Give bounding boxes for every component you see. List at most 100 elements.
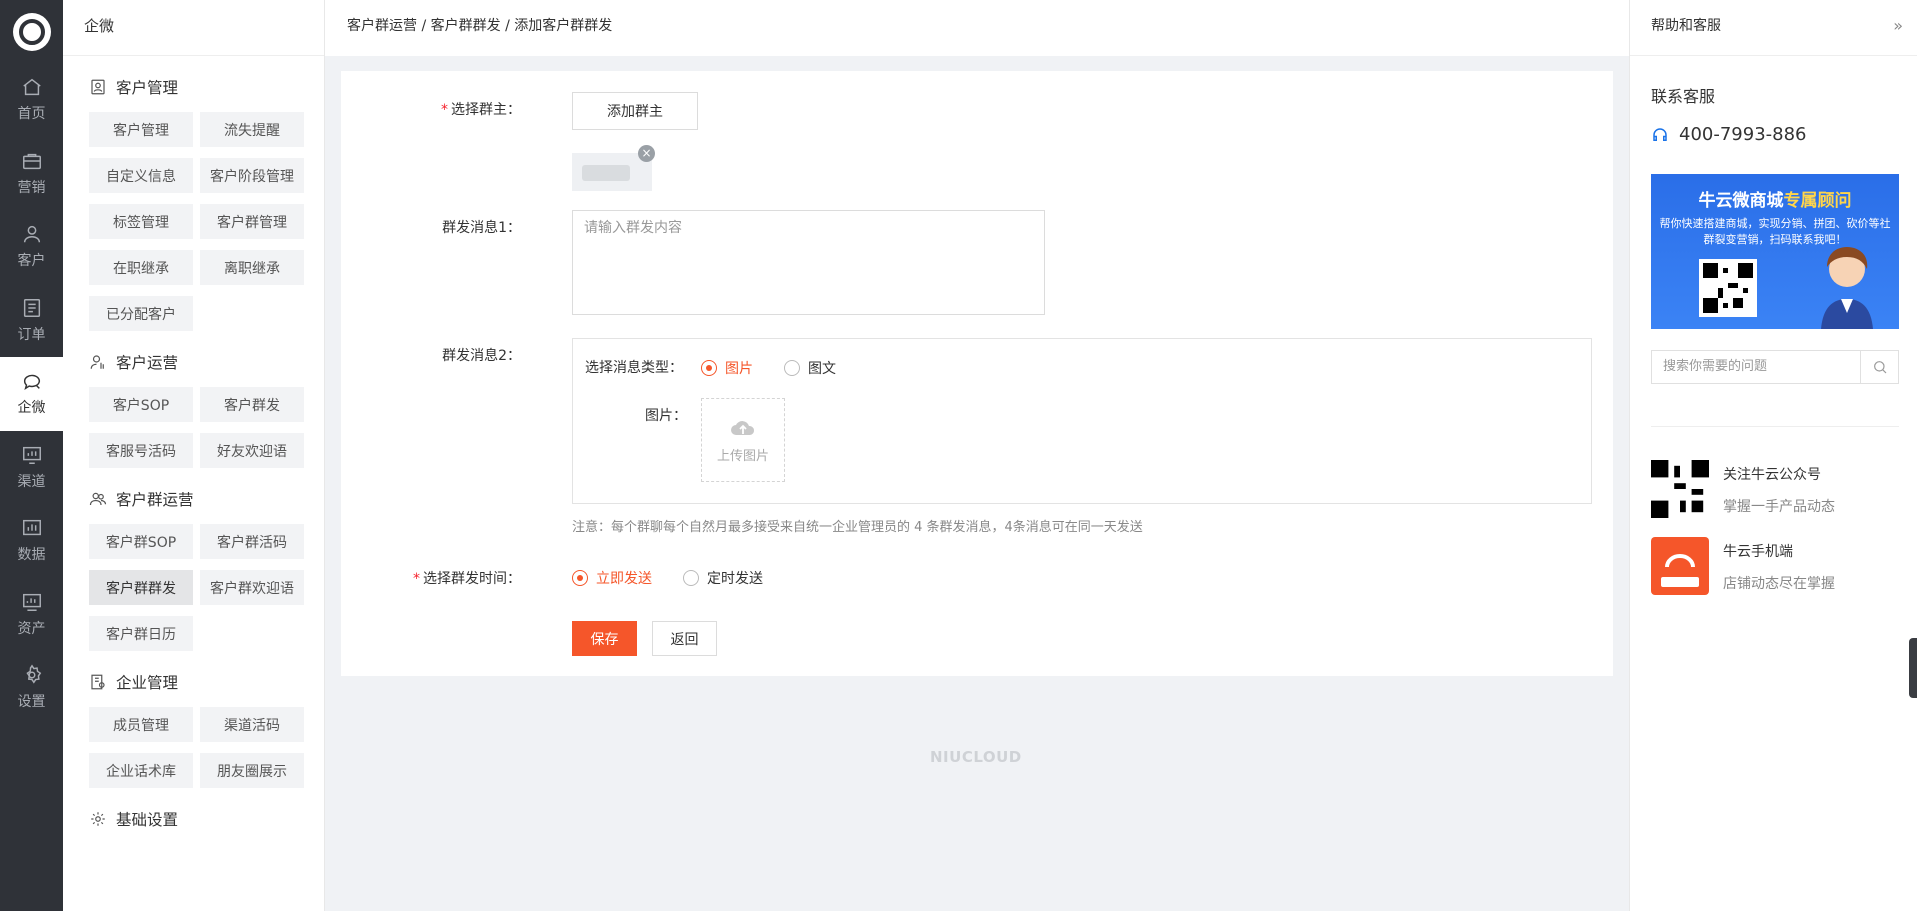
- msg-type-image-radio[interactable]: 图片: [701, 358, 753, 378]
- nav-data[interactable]: 数据: [0, 504, 63, 578]
- nav-settings[interactable]: 设置: [0, 651, 63, 725]
- owner-avatar-thumb: ×: [572, 145, 655, 191]
- sub-menu: 企微 客户管理 客户管理 流失提醒 自定义信息 客户阶段管理 标签管理 客户群管…: [63, 0, 325, 911]
- app-logo-icon: [1651, 537, 1709, 595]
- menu-group-live-code[interactable]: 客户群活码: [200, 524, 304, 559]
- qr-code-icon: [1651, 460, 1709, 518]
- gear-icon: [25, 664, 41, 684]
- qr-code-icon: [1699, 259, 1757, 317]
- time-label: * 选择群发时间：: [413, 571, 521, 587]
- monitor-icon: [22, 446, 41, 464]
- msg1-label: 群发消息1：: [442, 220, 521, 236]
- footer-brand: NIUCLOUD: [930, 748, 1022, 766]
- menu-custom-info[interactable]: 自定义信息: [89, 158, 193, 193]
- msg-type-article-radio[interactable]: 图文: [784, 358, 836, 378]
- menu-customer-sop[interactable]: 客户SOP: [89, 387, 193, 422]
- msg2-label: 群发消息2：: [442, 348, 521, 364]
- menu-friend-welcome[interactable]: 好友欢迎语: [200, 433, 304, 468]
- menu-group-management[interactable]: 客户群管理: [200, 204, 304, 239]
- contact-title: 联系客服: [1651, 87, 1716, 106]
- group-title: 基础设置: [116, 811, 179, 829]
- menu-tag-management[interactable]: 标签管理: [89, 204, 193, 239]
- nav-customer[interactable]: 客户: [0, 210, 63, 284]
- help-search-input[interactable]: 搜索你需要的问题: [1652, 351, 1860, 383]
- help-search[interactable]: 搜索你需要的问题: [1651, 350, 1899, 384]
- group-customer-ops: 客户运营 客户SOP 客户群发 客服号活码 好友欢迎语: [63, 331, 324, 468]
- menu-service-live-code[interactable]: 客服号活码: [89, 433, 193, 468]
- save-button[interactable]: 保存: [572, 621, 637, 656]
- group-enterprise-management: 企业管理 成员管理 渠道活码 企业话术库 朋友圈展示: [63, 651, 324, 788]
- contact-card-icon: [91, 79, 105, 95]
- menu-customer-stage[interactable]: 客户阶段管理: [200, 158, 304, 193]
- gear-icon: [91, 812, 105, 826]
- side-tab-handle[interactable]: [1909, 638, 1917, 698]
- divider: [1651, 426, 1899, 427]
- bag-icon: [22, 153, 41, 169]
- help-panel-title: 帮助和客服: [1651, 18, 1721, 34]
- menu-member-management[interactable]: 成员管理: [89, 707, 193, 742]
- group-users-icon: [89, 492, 107, 506]
- owner-label: * 选择群主：: [441, 102, 521, 118]
- wechat-official-promo[interactable]: 关注牛云公众号 掌握一手产品动态: [1651, 460, 1835, 518]
- group-basic-settings: 基础设置: [63, 788, 324, 836]
- menu-channel-live-code[interactable]: 渠道活码: [200, 707, 304, 742]
- consultant-banner[interactable]: 牛云微商城专属顾问 帮你快速搭建商城，实现分销、拼团、砍价等社群裂变营销，扫码联…: [1651, 174, 1899, 329]
- search-button[interactable]: [1860, 351, 1898, 383]
- add-owner-button[interactable]: 添加群主: [572, 92, 698, 130]
- send-now-radio[interactable]: 立即发送: [572, 568, 652, 588]
- chat-icon: [23, 374, 40, 391]
- menu-group-welcome[interactable]: 客户群欢迎语: [200, 570, 304, 605]
- menu-group-mass-send[interactable]: 客户群群发: [89, 570, 193, 605]
- user-icon: [23, 226, 40, 243]
- form-card: * 选择群主： 添加群主 × 群发消息1： 请输入群发内容 群发消息2： 选择消息…: [341, 71, 1613, 676]
- scheduled-send-radio[interactable]: 定时发送: [683, 568, 763, 588]
- msg2-box: 选择消息类型： 图片 图文 图片： 上传图片: [572, 338, 1592, 504]
- contact-phone: 400-7993-886: [1651, 124, 1807, 145]
- list-icon: [23, 298, 40, 317]
- menu-group-calendar[interactable]: 客户群日历: [89, 616, 193, 651]
- nav-marketing[interactable]: 营销: [0, 137, 63, 211]
- main-nav-rail: 首页 营销 客户 订单 企微 渠道 数据 资产 设置: [0, 0, 63, 911]
- collapse-icon[interactable]: »: [1893, 0, 1903, 52]
- app-logo[interactable]: [0, 0, 63, 63]
- group-customer-group-ops: 客户群运营 客户群SOP 客户群活码 客户群群发 客户群欢迎语 客户群日历: [63, 468, 324, 651]
- upload-image-button[interactable]: 上传图片: [701, 398, 785, 482]
- consultant-illustration: [1821, 247, 1873, 329]
- cloud-upload-icon: [731, 420, 755, 435]
- menu-churn-reminder[interactable]: 流失提醒: [200, 112, 304, 147]
- asset-icon: [22, 593, 41, 611]
- breadcrumb: 客户群运营 / 客户群群发 / 添加客户群群发: [325, 0, 1629, 56]
- close-icon[interactable]: ×: [638, 145, 655, 162]
- menu-onjob-inherit[interactable]: 在职继承: [89, 250, 193, 285]
- msg-type-label: 选择消息类型：: [585, 360, 683, 376]
- avatar: [582, 165, 630, 181]
- nav-channel[interactable]: 渠道: [0, 431, 63, 505]
- breadcrumb-text: 客户群运营 / 客户群群发 / 添加客户群群发: [347, 18, 613, 34]
- enterprise-icon: [91, 674, 105, 690]
- menu-moments-display[interactable]: 朋友圈展示: [200, 753, 304, 788]
- back-button[interactable]: 返回: [652, 621, 717, 656]
- image-label: 图片：: [645, 408, 687, 424]
- menu-group-sop[interactable]: 客户群SOP: [89, 524, 193, 559]
- menu-customer-mass-send[interactable]: 客户群发: [200, 387, 304, 422]
- help-panel: 帮助和客服 » 联系客服 400-7993-886 牛云微商城专属顾问 帮你快速…: [1629, 0, 1917, 911]
- chart-icon: [22, 520, 41, 536]
- send-limit-note: 注意：每个群聊每个自然月最多接受来自统一企业管理员的 4 条群发消息，4条消息可…: [572, 520, 1143, 535]
- user-ops-icon: [90, 355, 104, 369]
- menu-script-library[interactable]: 企业话术库: [89, 753, 193, 788]
- search-icon: [1873, 361, 1886, 374]
- nav-home[interactable]: 首页: [0, 63, 63, 137]
- mobile-app-promo[interactable]: 牛云手机端 店铺动态尽在掌握: [1651, 537, 1835, 595]
- nav-wecom[interactable]: 企微: [0, 357, 63, 431]
- submenu-title: 企微: [63, 0, 324, 56]
- group-title: 客户管理: [116, 79, 179, 97]
- nav-order[interactable]: 订单: [0, 284, 63, 358]
- nav-asset[interactable]: 资产: [0, 578, 63, 652]
- menu-resigned-inherit[interactable]: 离职继承: [200, 250, 304, 285]
- group-title: 企业管理: [116, 674, 179, 692]
- msg1-textarea[interactable]: 请输入群发内容: [572, 210, 1045, 315]
- menu-customer-management[interactable]: 客户管理: [89, 112, 193, 147]
- group-title: 客户运营: [116, 354, 179, 372]
- group-title: 客户群运营: [116, 491, 194, 509]
- menu-assigned-customers[interactable]: 已分配客户: [89, 296, 193, 331]
